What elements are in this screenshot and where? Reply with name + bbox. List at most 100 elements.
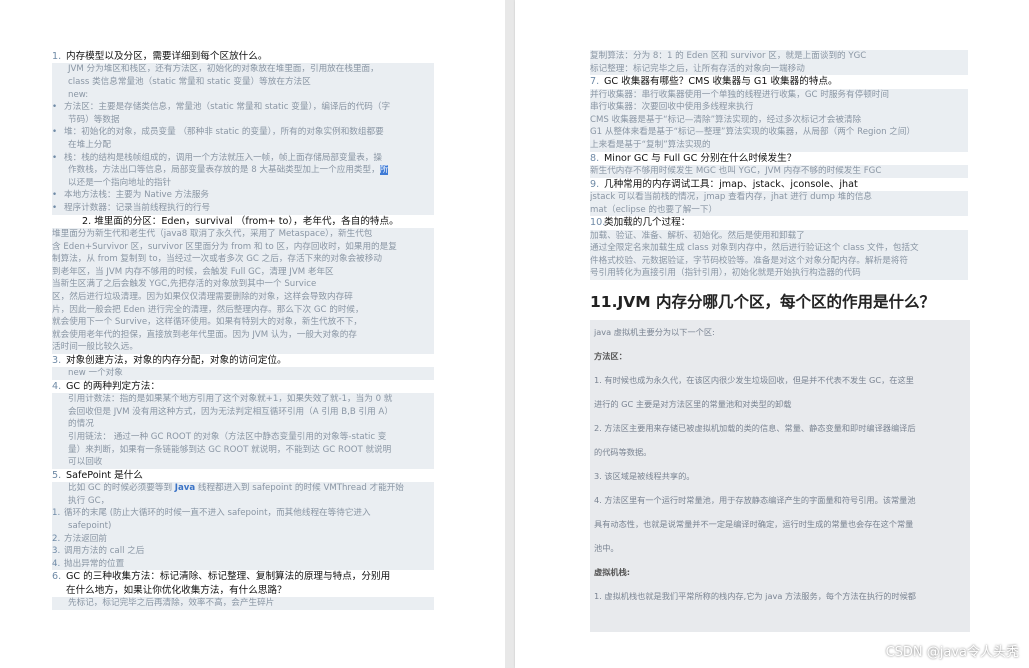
left-line: 比如 GC 的时候必须要等到 Java 线程都进入到 safepoint 的时候… [52, 482, 434, 495]
line-text: 堆：初始化的对象，成员变量 （那种非 static 的变量），所有的对象实例和数… [64, 127, 384, 138]
left-line: class 类信息常量池（static 常量和 static 变量）等放在方法区 [52, 76, 434, 89]
left-line: new 一个对象 [52, 367, 434, 380]
page-divider [505, 0, 515, 668]
left-line: 可以回收 [52, 456, 434, 469]
line-text: 比如 GC 的时候必须要等到 Java 线程都进入到 safepoint 的时候… [68, 483, 404, 494]
left-line: JVM 分为堆区和栈区，还有方法区，初始化的对象放在堆里面，引用放在栈里面， [52, 63, 434, 76]
left-line: 会回收但是 JVM 没有用这种方式，因为无法判定相互循环引用（A 引用 B,B … [52, 405, 434, 419]
line-text: Minor GC 与 Full GC 分别在什么时候发生？ [604, 152, 797, 164]
left-line: 区，然后进行垃圾清理。因为如果仅仅清理需要删除的对象，这样会导致内存碎 [52, 290, 434, 304]
left-line: • 方法区：主要是存储类信息，常量池（static 常量和 static 变量），… [52, 101, 434, 114]
line-text: 就会使用下一个 Survive，这样循环使用。如果有特别大的对象，新生代放不下， [52, 317, 363, 328]
left-line: 引用计数法：指的是如果某个地方引用了这个对象就+1，如果失效了就-1，当为 0 … [52, 393, 434, 406]
watermark: CSDN @java令人头秃 [885, 645, 1019, 660]
left-line: 节码）等数据 [52, 113, 434, 127]
line-text: 循环的末尾 (防止大循环的时候一直不进入 safepoint，而其他线程在等待它… [64, 508, 371, 519]
line-text: JVM 分为堆区和栈区，还有方法区，初始化的对象放在堆里面，引用放在栈里面， [68, 64, 379, 75]
line-text: class 类信息常量池（static 常量和 static 变量）等放在方法区 [68, 77, 311, 87]
line-text: 片，因此一般会把 Eden 进行完全的清理，然后整理内存。那么下次 GC 的时候… [52, 304, 364, 315]
left-line: 引用链法： 通过一种 GC ROOT 的对象（方法区中静态变量引用的对象等-st… [52, 431, 434, 444]
question-number: 3. [52, 354, 62, 366]
left-line: • 程序计数器：记录当前线程执行的行号 [52, 201, 434, 215]
line-text: mat（eclipse 的也要了解一下） [590, 204, 718, 215]
right-line: 8. Minor GC 与 Full GC 分别在什么时候发生？ [590, 152, 968, 165]
line-text: 类加载的几个过程： [604, 217, 691, 229]
line-text: 在堆上分配 [68, 139, 111, 150]
right-column: 复制算法：分为 8：1 的 Eden 区和 survivor 区，就是上面谈到的… [590, 50, 970, 632]
block-paragraph: 2. 方法区主要用来存储已被虚拟机加载的类的信息、常量、静态变量和即时编译器编译… [594, 422, 916, 433]
line-text: 并行收集器：串行收集器使用一个单独的线程进行收集，GC 时服务有停顿时间 [590, 89, 889, 100]
left-line: 堆里面分为新生代和老生代（java8 取消了永久代，采用了 Metaspace）… [52, 227, 434, 241]
left-line: 的情况 [52, 418, 434, 432]
left-line: 当新生区满了之后会触发 YGC,先把存活的对象放到其中一个 Survice [52, 278, 434, 291]
bullet-icon: • [52, 190, 58, 201]
question-number: 6. [52, 571, 62, 583]
left-line: 先标记，标记完毕之后再清除，效率不高，会产生碎片 [52, 597, 434, 610]
block-paragraph: 具有动态性，也就是说常量并不一定是编译时确定，运行时生成的常量也会存在这个常量 [594, 518, 914, 529]
left-line: 执行 GC， [52, 494, 434, 508]
right-line: 号引用转化为直接引用（指针引用），初始化就是开始执行构造器的代码 [590, 267, 968, 280]
right-line: 并行收集器：串行收集器使用一个单独的线程进行收集，GC 时服务有停顿时间 [590, 88, 968, 102]
line-text: 就会使用老年代的担保，直接放到老年代里面。因为 JVM 认为，一般大对象的存 [52, 329, 357, 340]
left-line: 就会使用下一个 Survive，这样循环使用。如果有特别大的对象，新生代放不下， [52, 316, 434, 329]
line-text: 对象创建方法，对象的内存分配，对象的访问定位。 [66, 354, 287, 366]
left-line: 4. GC 的两种判定方法： [52, 380, 434, 393]
left-line: • 堆：初始化的对象，成员变量 （那种非 static 的变量），所有的对象实例和… [52, 126, 434, 139]
line-text: 2. 堆里面的分区：Eden，survival （from+ to），老年代，各… [82, 215, 399, 227]
line-text: GC 收集器有哪些？CMS 收集器与 G1 收集器的特点。 [604, 76, 838, 88]
left-line: 含 Eden+Survivor 区，survivor 区里面分为 from 和 … [52, 240, 434, 254]
line-text: SafePoint 是什么 [66, 469, 143, 481]
right-line: 标记整理：标记完毕之后，让所有存活的对象向一端移动 [590, 62, 968, 76]
right-line: G1 从整体来看是基于“标记—整理”算法实现的收集器，从局部（两个 Region… [590, 126, 968, 139]
bullet-icon: • [52, 202, 58, 213]
left-line: 2. 堆里面的分区：Eden，survival （from+ to），老年代，各… [52, 215, 434, 228]
question-number: 8. [590, 152, 600, 164]
block-paragraph: 3. 该区域是被线程共享的。 [594, 470, 695, 481]
line-text: 会回收但是 JVM 没有用这种方式，因为无法判定相互循环引用（A 引用 B,B … [68, 406, 393, 417]
block-paragraph: 进行的 GC 主要是对方法区里的常量池和对类型的卸载 [594, 398, 792, 409]
left-line: 6. GC 的三种收集方法：标记清除、标记整理、复制算法的原理与特点，分别用 [52, 570, 434, 583]
line-text: 复制算法：分为 8：1 的 Eden 区和 survivor 区，就是上面谈到的… [590, 51, 867, 61]
left-line: 4. 抛出异常的位置 [52, 557, 434, 571]
block-paragraph: 1. 有时候也成为永久代，在该区内很少发生垃圾回收，但是并不代表不发生 GC，在… [594, 374, 914, 385]
line-text: 当新生区满了之后会触发 YGC,先把存活的对象放到其中一个 Survice [52, 279, 317, 290]
right-line: 复制算法：分为 8：1 的 Eden 区和 survivor 区，就是上面谈到的… [590, 50, 968, 63]
line-text: 号引用转化为直接引用（指针引用），初始化就是开始执行构造器的代码 [590, 268, 861, 279]
line-text: 到老年区，当 JVM 内存不够用的时候，会触发 Full GC，清理 JVM 老… [52, 266, 334, 277]
left-line: 以还是一个指向地址的指针 [52, 176, 434, 190]
line-text: 堆里面分为新生代和老生代（java8 取消了永久代，采用了 Metaspace）… [52, 228, 373, 239]
list-number: 3. [52, 546, 61, 557]
question-number: 9. [590, 178, 600, 190]
right-line: 加载、验证、准备、解析、初始化。然后是使用和卸载了 [590, 229, 968, 243]
left-page: 1. 内存模型以及分区，需要详细到每个区放什么。 JVM 分为堆区和栈区，还有方法区… [0, 0, 505, 668]
section-title: 11.JVM 内存分哪几个区，每个区的作用是什么？ [590, 292, 936, 311]
right-line: 9. 几种常用的内存调试工具：jmap、jstack、jconsole、jhat [590, 178, 968, 191]
line-text: 引用计数法：指的是如果某个地方引用了这个对象就+1，如果失效了就-1，当为 0 … [68, 394, 393, 405]
line-text: safepoint) [68, 521, 112, 532]
left-column: 1. 内存模型以及分区，需要详细到每个区放什么。 JVM 分为堆区和栈区，还有方法区… [52, 50, 434, 610]
line-text: 执行 GC， [68, 495, 110, 506]
line-text: 串行收集器：次要回收中使用多线程来执行 [590, 102, 754, 113]
line-text: 方法返回前 [64, 533, 107, 544]
left-line: 到老年区，当 JVM 内存不够用的时候，会触发 Full GC，清理 JVM 老… [52, 265, 434, 279]
bullet-icon: • [52, 152, 58, 163]
question-number: 1. [52, 51, 62, 62]
line-text: 抛出异常的位置 [64, 558, 125, 569]
left-line: 量）来判断，如果有一条链能够到达 GC ROOT 就说明，不能到达 GC ROO… [52, 443, 434, 457]
text-selection-highlight: 所 [379, 165, 389, 176]
line-text: jstack 可以看当前栈的情况，jmap 查看内存，jhat 进行 dump … [590, 191, 873, 202]
question-number: 10. [590, 217, 606, 229]
left-line: 3. 调用方法的 call 之后 [52, 545, 434, 558]
line-text: 本地方法栈：主要为 Native 方法服务 [64, 190, 210, 201]
line-text: 活时间一般比较久远。 [52, 342, 138, 353]
line-text: 制算法，从 from 复制到 to，当经过一次或者多次 GC 之后，存活下来的对… [52, 254, 382, 265]
left-line: 2. 方法返回前 [52, 532, 434, 546]
left-line: • 本地方法栈：主要为 Native 方法服务 [52, 189, 434, 202]
line-text: 区，然后进行垃圾清理。因为如果仅仅清理需要删除的对象，这样会导致内存碎 [52, 291, 353, 302]
list-number: 4. [52, 558, 61, 569]
line-text: GC 的两种判定方法： [66, 380, 160, 392]
left-line: 1. 内存模型以及分区，需要详细到每个区放什么。 [52, 50, 434, 63]
line-text: 标记整理：标记完毕之后，让所有存活的对象向一端移动 [590, 63, 805, 74]
right-line: 上来看是基于“复制”算法实现的 [590, 138, 968, 152]
line-text: new 一个对象 [68, 368, 123, 379]
